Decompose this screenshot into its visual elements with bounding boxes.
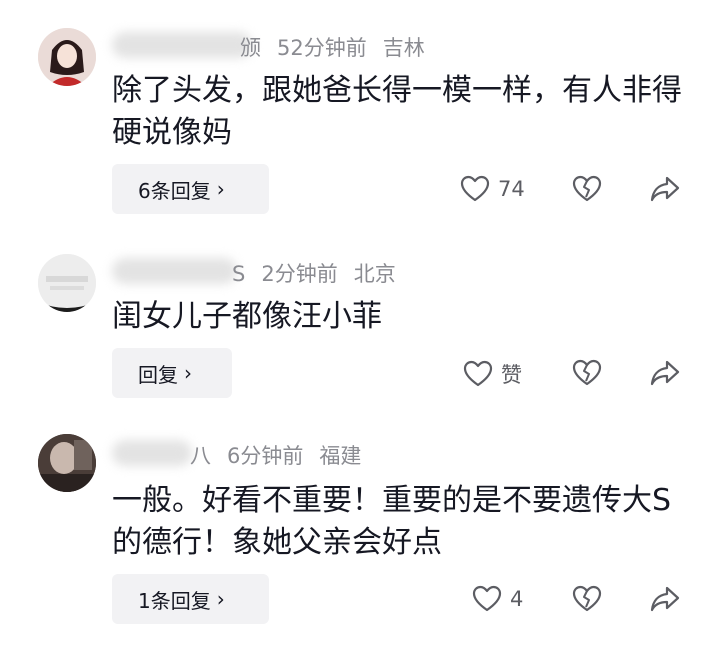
like-count: 74 (498, 177, 525, 201)
username-blurred[interactable] (112, 258, 237, 284)
like-count: 赞 (501, 363, 522, 387)
reply-label: 回复 (138, 362, 178, 387)
comment-meta: 颁 52分钟前 吉林 (240, 32, 441, 62)
username-tail[interactable]: 八 (190, 444, 211, 468)
username-tail[interactable]: S (232, 262, 245, 286)
heart-icon (460, 175, 490, 202)
chevron-right-icon: › (184, 361, 192, 385)
view-replies-button[interactable]: 6条回复 › (112, 164, 269, 214)
share-button[interactable] (650, 359, 680, 387)
share-button[interactable] (650, 175, 680, 203)
share-arrow-icon (650, 360, 680, 386)
reply-label: 1条回复 (138, 588, 211, 613)
like-count: 4 (510, 587, 524, 611)
reply-label: 6条回复 (138, 178, 211, 203)
comment-location: 吉林 (382, 36, 425, 60)
username-blurred[interactable] (112, 440, 192, 466)
comment-item: 八 6分钟前 福建 一般。好看不重要！重要的是不要遗传大S的德行！象她父亲会好点 1… (0, 410, 720, 645)
dislike-button[interactable] (572, 585, 602, 613)
broken-heart-icon (572, 359, 602, 386)
comment-item: 颁 52分钟前 吉林 除了头发，跟她爸长得一模一样，有人非得硬说像妈 6条回复 › … (0, 0, 720, 220)
avatar[interactable] (38, 254, 96, 312)
dislike-button[interactable] (572, 175, 602, 203)
comment-text: 一般。好看不重要！重要的是不要遗传大S的德行！象她父亲会好点 (112, 483, 672, 560)
dislike-button[interactable] (572, 359, 602, 387)
heart-icon (463, 360, 493, 387)
heart-icon (472, 585, 502, 612)
comment-item: S 2分钟前 北京 闺女儿子都像汪小菲 回复 › 赞 (0, 220, 720, 410)
comment-meta: 八 6分钟前 福建 (190, 440, 377, 470)
comment-meta: S 2分钟前 北京 (232, 258, 412, 288)
chevron-right-icon: › (216, 587, 225, 611)
username-blurred[interactable] (112, 32, 252, 58)
comment-time: 6分钟前 (227, 444, 304, 468)
comment-text: 闺女儿子都像汪小菲 (112, 299, 382, 334)
share-arrow-icon (650, 176, 680, 202)
comment-time: 2分钟前 (261, 262, 338, 286)
reply-button[interactable]: 回复 › (112, 348, 232, 398)
like-button[interactable]: 74 (460, 175, 525, 203)
comment-time: 52分钟前 (277, 36, 367, 60)
broken-heart-icon (572, 175, 602, 202)
share-arrow-icon (650, 586, 680, 612)
avatar[interactable] (38, 434, 96, 492)
share-button[interactable] (650, 585, 680, 613)
view-replies-button[interactable]: 1条回复 › (112, 574, 269, 624)
avatar[interactable] (38, 28, 96, 86)
comment-location: 北京 (353, 262, 396, 286)
comment-text: 除了头发，跟她爸长得一模一样，有人非得硬说像妈 (112, 73, 682, 150)
broken-heart-icon (572, 585, 602, 612)
username-tail[interactable]: 颁 (240, 36, 261, 60)
like-button[interactable]: 赞 (463, 359, 522, 389)
like-button[interactable]: 4 (472, 585, 523, 613)
comment-location: 福建 (319, 444, 362, 468)
chevron-right-icon: › (216, 177, 225, 201)
